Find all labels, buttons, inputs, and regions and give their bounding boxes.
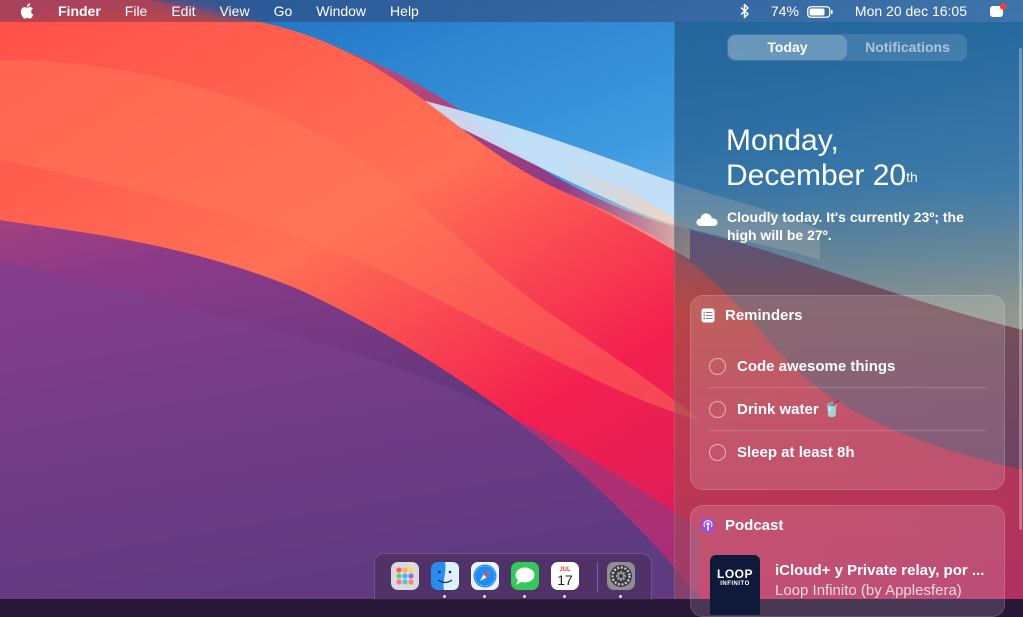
- messages-running-indicator: [523, 595, 526, 598]
- system-preferences-icon[interactable]: [606, 561, 636, 591]
- calendar-icon[interactable]: JUL 17: [550, 561, 580, 591]
- podcast-widget[interactable]: Podcast LOOP INFINITO iCloud+ y Private …: [690, 505, 1005, 617]
- menu-edit[interactable]: Edit: [171, 0, 195, 22]
- menu-help[interactable]: Help: [390, 0, 419, 22]
- reminder-checkbox[interactable]: [709, 400, 726, 418]
- menu-view[interactable]: View: [219, 0, 249, 22]
- date-month-day: December 20th: [726, 158, 918, 193]
- list-item[interactable]: Drink water 🥤: [709, 388, 986, 431]
- safari-running-indicator: [483, 595, 486, 598]
- scrollbar[interactable]: [1019, 48, 1022, 530]
- battery-icon[interactable]: [807, 5, 833, 18]
- podcast-icon: [701, 518, 715, 533]
- menu-go[interactable]: Go: [274, 0, 293, 22]
- cloud-icon: [695, 210, 719, 228]
- today-date: Monday, December 20th: [726, 123, 918, 193]
- menu-bar: Finder File Edit View Go Window Help 74%…: [0, 0, 1023, 22]
- dock: JUL 17: [374, 553, 652, 600]
- menu-app-finder[interactable]: Finder: [58, 0, 101, 22]
- podcast-art-line2: INFINITO: [720, 581, 750, 587]
- reminders-header: Reminders: [701, 307, 803, 324]
- date-suffix: th: [906, 169, 918, 185]
- reminders-widget[interactable]: Reminders Code awesome things Drink wate…: [690, 295, 1005, 490]
- reminder-label: Drink water 🥤: [737, 401, 842, 418]
- nc-segmented-control: Today Notifications: [727, 34, 967, 61]
- messages-icon[interactable]: [510, 561, 540, 591]
- menu-clock[interactable]: Mon 20 dec 16:05: [855, 3, 967, 19]
- podcast-header: Podcast: [701, 517, 783, 534]
- system-preferences-running-indicator: [619, 595, 622, 598]
- calendar-day: 17: [557, 572, 573, 588]
- dock-divider: [597, 562, 598, 592]
- bluetooth-icon[interactable]: [739, 3, 751, 19]
- weather-summary: Cloudly today. It's currently 23º; the h…: [695, 208, 995, 244]
- reminders-list: Code awesome things Drink water 🥤 Sleep …: [709, 345, 986, 473]
- date-month-day-text: December 20: [726, 159, 907, 192]
- menu-file[interactable]: File: [125, 0, 148, 22]
- battery-percentage: 74%: [770, 3, 799, 19]
- reminder-checkbox[interactable]: [709, 357, 726, 375]
- weather-text: Cloudly today. It's currently 23º; the h…: [727, 209, 964, 243]
- reminders-title: Reminders: [725, 307, 803, 324]
- menu-bar-status: 74% Mon 20 dec 16:05: [739, 0, 1023, 22]
- safari-icon[interactable]: [470, 561, 500, 591]
- podcast-artwork[interactable]: LOOP INFINITO: [710, 555, 760, 615]
- apple-icon[interactable]: [20, 2, 38, 20]
- podcast-author: Loop Infinito (by Applesfera): [775, 582, 962, 599]
- list-icon: [701, 308, 715, 323]
- tab-notifications[interactable]: Notifications: [848, 34, 967, 61]
- podcast-episode-title[interactable]: iCloud+ y Private relay, por ...: [775, 562, 995, 579]
- notification-center-panel: Today Notifications Monday, December 20t…: [674, 22, 1023, 617]
- reminder-label: Code awesome things: [737, 357, 896, 375]
- launchpad-icon[interactable]: [390, 561, 420, 591]
- tab-today[interactable]: Today: [728, 35, 847, 60]
- finder-icon[interactable]: [430, 561, 460, 591]
- finder-running-indicator: [443, 595, 446, 598]
- menu-bar-left: Finder File Edit View Go Window Help: [0, 0, 443, 22]
- calendar-running-indicator: [563, 595, 566, 598]
- notification-center-icon[interactable]: [989, 3, 1007, 19]
- podcast-art-line1: LOOP: [716, 567, 753, 581]
- podcast-title: Podcast: [725, 517, 784, 534]
- list-item[interactable]: Sleep at least 8h: [709, 431, 986, 473]
- list-item[interactable]: Code awesome things: [709, 345, 986, 388]
- date-weekday: Monday,: [726, 124, 839, 157]
- reminder-label: Sleep at least 8h: [737, 443, 855, 461]
- menu-window[interactable]: Window: [316, 0, 366, 22]
- reminder-checkbox[interactable]: [709, 443, 726, 461]
